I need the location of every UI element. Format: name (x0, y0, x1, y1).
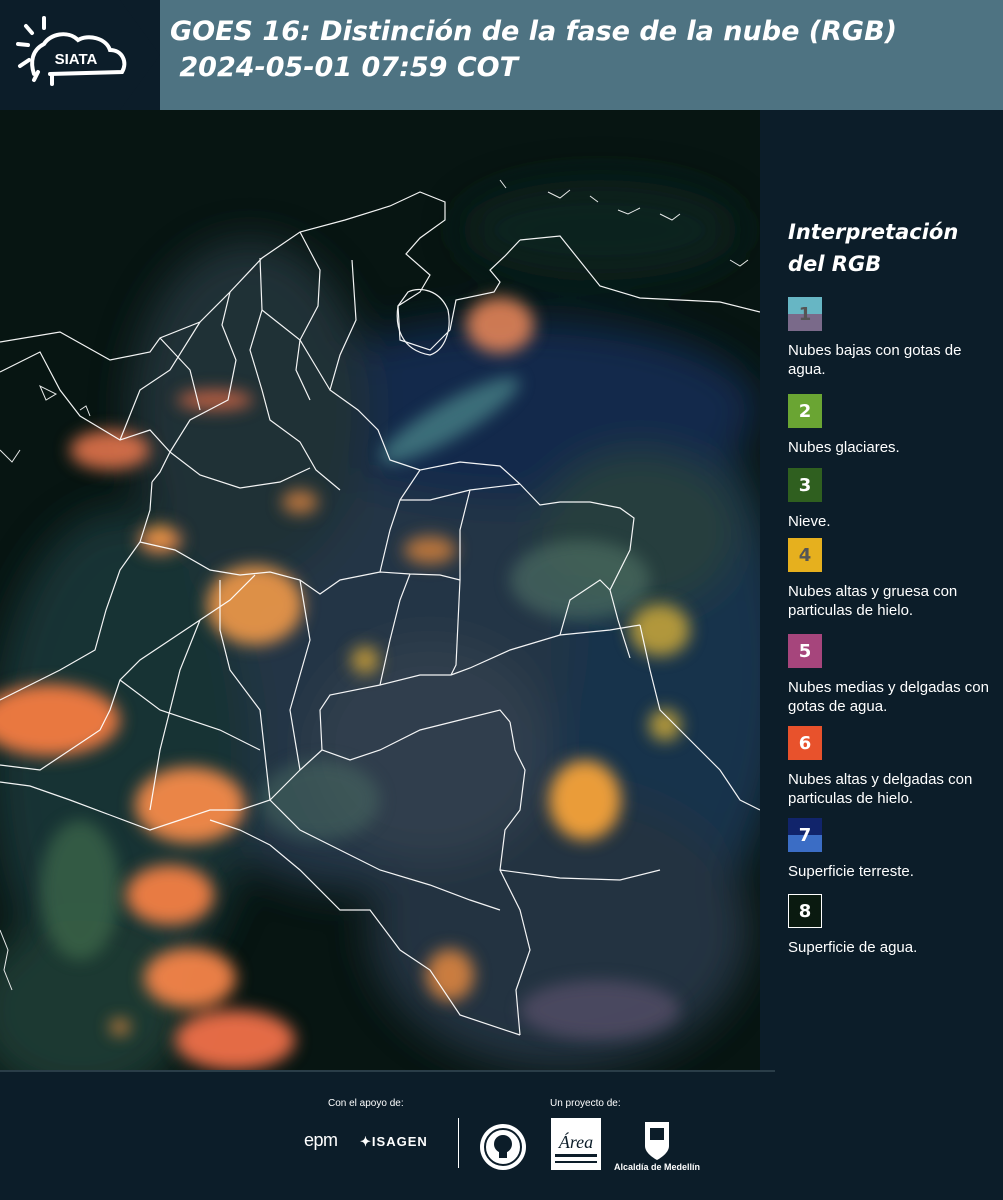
legend-swatch: 1 (788, 297, 822, 331)
legend-swatch: 8 (788, 894, 822, 928)
legend-swatch: 7 (788, 818, 822, 852)
legend-title: Interpretación del RGB (788, 220, 959, 276)
page-title: GOES 16: Distinción de la fase de la nub… (170, 16, 897, 83)
legend-swatch: 2 (788, 394, 822, 428)
legend-label: Nubes altas y delgadas con particulas de… (788, 771, 973, 807)
satellite-image (0, 110, 760, 1070)
medellin-shield-icon (645, 1122, 669, 1160)
isagen-logo: ✦ISAGEN (360, 1134, 428, 1149)
legend-label: Superficie de agua. (788, 939, 918, 956)
legend-item-5: 5 Nubes medias y delgadas con gotas de a… (788, 634, 998, 716)
satellite-map (0, 110, 760, 1070)
legend-item-8: 8 Superficie de agua. (788, 894, 998, 957)
epm-logo: epm (304, 1130, 338, 1150)
seal-icon (480, 1124, 526, 1170)
legend-swatch: 5 (788, 634, 822, 668)
legend-label: Superficie terreste. (788, 863, 914, 880)
siata-logo-icon: SIATA (16, 16, 127, 86)
legend-label: Nubes glaciares. (788, 439, 900, 456)
legend-swatch: 6 (788, 726, 822, 760)
legend-item-2: 2 Nubes glaciares. (788, 394, 998, 457)
legend-swatch: 4 (788, 538, 822, 572)
legend-item-1: 1 Nubes bajas con gotas de agua. (788, 297, 998, 379)
legend-panel: Interpretación del RGB 1 Nubes bajas con… (760, 110, 1003, 1070)
legend-item-6: 6 Nubes altas y delgadas con particulas … (788, 726, 998, 808)
legend-label: Nubes bajas con gotas de agua. (788, 342, 962, 378)
footer-divider (0, 1070, 775, 1072)
legend-swatch: 3 (788, 468, 822, 502)
svg-text:SIATA: SIATA (55, 51, 98, 68)
legend-item-4: 4 Nubes altas y gruesa con particulas de… (788, 538, 998, 620)
alcaldia-logo: Alcaldía de Medellín (612, 1118, 702, 1176)
footer: Con el apoyo de: Un proyecto de: epm ✦IS… (0, 1070, 1003, 1200)
legend-item-7: 7 Superficie terreste. (788, 818, 998, 881)
legend-label: Nieve. (788, 513, 831, 530)
header-bar: SIATA GOES 16: Distinción de la fase de … (0, 0, 1003, 110)
legend-label: Nubes altas y gruesa con particulas de h… (788, 583, 958, 619)
support-label: Con el apoyo de: (328, 1098, 404, 1109)
footer-vertical-divider (458, 1118, 459, 1168)
legend-item-3: 3 Nieve. (788, 468, 998, 531)
project-label: Un proyecto de: (550, 1098, 621, 1109)
legend-label: Nubes medias y delgadas con gotas de agu… (788, 679, 989, 715)
area-metropolitana-icon: Área (551, 1118, 601, 1170)
svg-text:Área: Área (558, 1131, 593, 1152)
